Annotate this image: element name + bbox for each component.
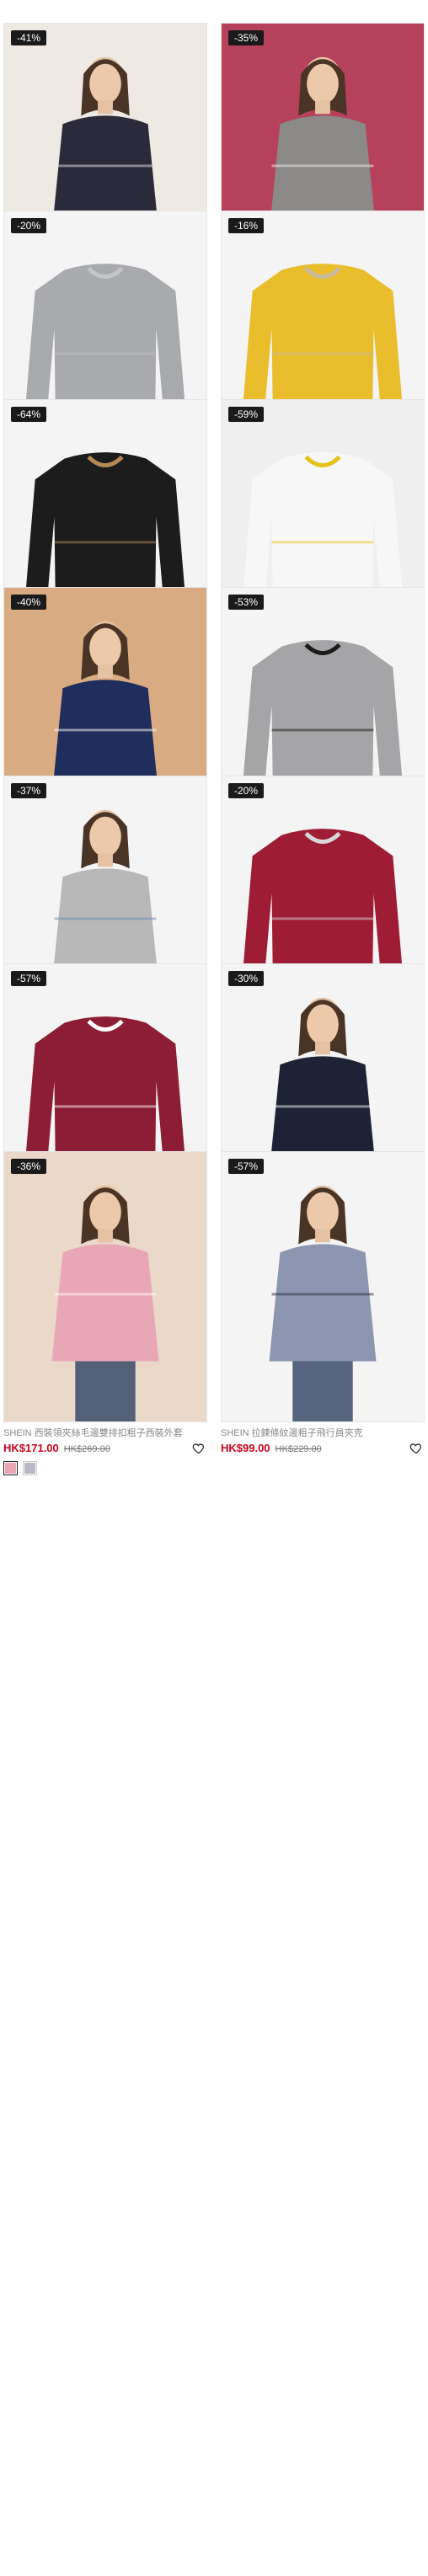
discount-badge: -37% — [11, 782, 47, 798]
discount-badge: -16% — [228, 218, 265, 234]
discount-badge: -57% — [11, 971, 47, 986]
discount-badge: -20% — [228, 782, 265, 798]
discount-badge: -30% — [228, 971, 265, 986]
product-name[interactable]: SHEIN 西裝領夾絲毛邊雙排扣粗子西裝外套 — [3, 1427, 185, 1440]
price-row: HK$171.00 HK$269.00 — [3, 1441, 207, 1456]
discount-badge: -41% — [11, 30, 47, 45]
product-image-frame[interactable]: -57% — [221, 1151, 425, 1423]
color-swatch[interactable] — [23, 1461, 37, 1476]
color-swatch[interactable] — [3, 1461, 18, 1476]
product-card[interactable]: -36% SHEIN 西裝領夾絲毛邊雙排扣粗子西裝外套 HK$171.00 HK$26… — [3, 1151, 207, 1476]
product-image[interactable] — [222, 1152, 424, 1422]
product-name[interactable]: SHEIN 拉鍊條紋邊粗子飛行員夾克 — [221, 1427, 402, 1440]
sale-price: HK$99.00 — [221, 1442, 270, 1455]
product-image[interactable] — [4, 1152, 206, 1422]
discount-badge: -20% — [11, 218, 47, 234]
discount-badge: -40% — [11, 595, 47, 611]
product-grid: -41%溫莎花紋流蘇毛衣帶圍巾HK$146.00HK$249.00-35%SHE… — [0, 0, 428, 2576]
discount-badge: -53% — [228, 595, 265, 611]
product-card[interactable]: -57% SHEIN 拉鍊條紋邊粗子飛行員夾克 HK$99.00 HK$229.00 — [221, 1151, 425, 1456]
discount-badge: -59% — [228, 406, 265, 422]
sale-price: HK$171.00 — [3, 1442, 59, 1455]
discount-badge: -35% — [228, 30, 265, 45]
original-price: HK$269.00 — [63, 1444, 110, 1455]
heart-outline-icon[interactable] — [192, 1442, 206, 1455]
product-image-frame[interactable]: -36% — [3, 1151, 207, 1423]
discount-badge: -36% — [11, 1159, 47, 1175]
original-price: HK$229.00 — [275, 1444, 322, 1455]
color-swatches — [3, 1461, 207, 1476]
discount-badge: -64% — [11, 406, 47, 422]
price-row: HK$99.00 HK$229.00 — [221, 1441, 425, 1456]
discount-badge: -57% — [228, 1159, 265, 1175]
heart-outline-icon[interactable] — [409, 1442, 423, 1455]
